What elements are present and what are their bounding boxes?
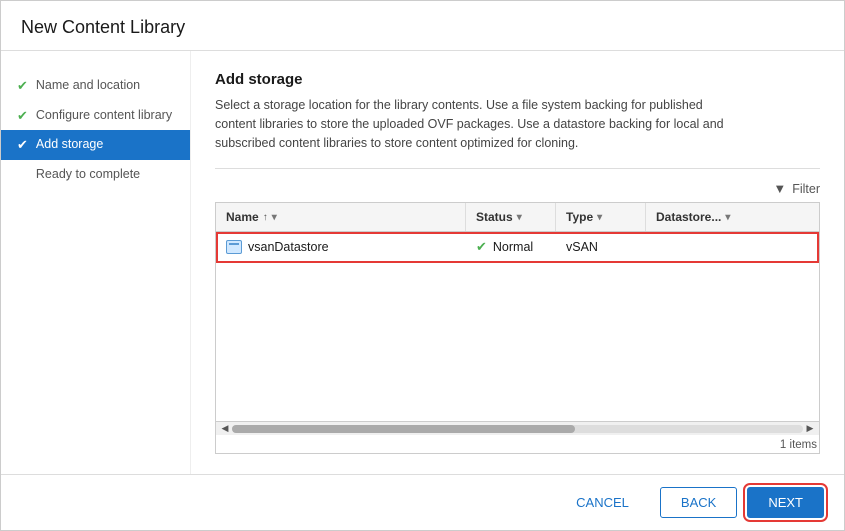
sidebar-step1-label: Name and location [36, 77, 140, 95]
cell-status: ✔ Normal [466, 232, 556, 262]
horizontal-scrollbar[interactable]: ◀ ▶ [216, 421, 819, 435]
check-icon-step2: ✔ [17, 108, 28, 124]
table-body: vsanDatastore ✔ Normal vSAN [216, 232, 819, 421]
col-header-name[interactable]: Name ↑ ▾ [216, 203, 466, 231]
sidebar: ✔ Name and location ✔ Configure content … [1, 51, 191, 474]
status-check-icon: ✔ [476, 239, 487, 255]
main-content: Add storage Select a storage location fo… [191, 51, 844, 474]
sidebar-step2-label: Configure content library [36, 107, 172, 125]
cancel-button[interactable]: CANCEL [555, 487, 650, 518]
check-icon-step3: ✔ [17, 137, 28, 153]
scroll-track[interactable] [232, 425, 803, 433]
scroll-thumb[interactable] [232, 425, 575, 433]
col-name-label: Name [226, 210, 259, 224]
check-icon-step1: ✔ [17, 78, 28, 94]
sidebar-item-step1[interactable]: ✔ Name and location [1, 71, 190, 101]
check-icon-step4: ✔ [17, 167, 28, 183]
table-header: Name ↑ ▾ Status ▾ Type ▾ Datastore... [216, 203, 819, 232]
col-datastore-filter-icon: ▾ [725, 212, 730, 223]
filter-bar: ▼ Filter [215, 181, 820, 196]
sidebar-item-step3[interactable]: ✔ Add storage [1, 130, 190, 160]
scroll-left-arrow[interactable]: ◀ [218, 422, 232, 436]
storage-table: Name ↑ ▾ Status ▾ Type ▾ Datastore... [215, 202, 820, 454]
filter-icon: ▼ [773, 181, 786, 196]
sidebar-item-step2[interactable]: ✔ Configure content library [1, 101, 190, 131]
sidebar-item-step4[interactable]: ✔ Ready to complete [1, 160, 190, 190]
items-count: 1 items [216, 435, 819, 453]
row-type-value: vSAN [566, 240, 598, 254]
new-content-library-dialog: New Content Library ✔ Name and location … [0, 0, 845, 531]
row-name-value: vsanDatastore [248, 240, 329, 254]
filter-label: Filter [792, 182, 820, 196]
row-status-value: Normal [493, 240, 533, 254]
col-header-datastore[interactable]: Datastore... ▾ [646, 203, 819, 231]
col-status-filter-icon: ▾ [517, 212, 522, 223]
dialog-footer: CANCEL BACK NEXT [1, 474, 844, 530]
cell-name: vsanDatastore [216, 233, 466, 261]
dialog-header: New Content Library [1, 1, 844, 51]
col-datastore-label: Datastore... [656, 210, 721, 224]
datastore-icon [226, 240, 242, 254]
col-type-filter-icon: ▾ [597, 212, 602, 223]
dialog-title: New Content Library [21, 17, 824, 38]
scroll-right-arrow[interactable]: ▶ [803, 422, 817, 436]
sidebar-step4-label: Ready to complete [36, 166, 140, 184]
section-desc: Select a storage location for the librar… [215, 96, 735, 152]
sort-asc-icon: ↑ [263, 212, 268, 223]
section-title: Add storage [215, 71, 820, 88]
col-status-label: Status [476, 210, 513, 224]
col-header-status[interactable]: Status ▾ [466, 203, 556, 231]
cell-datastore [646, 240, 819, 254]
col-header-type[interactable]: Type ▾ [556, 203, 646, 231]
cell-type: vSAN [556, 233, 646, 261]
section-divider [215, 168, 820, 169]
table-row[interactable]: vsanDatastore ✔ Normal vSAN [216, 232, 819, 263]
back-button[interactable]: BACK [660, 487, 737, 518]
col-type-label: Type [566, 210, 593, 224]
next-button[interactable]: NEXT [747, 487, 824, 518]
sidebar-step3-label: Add storage [36, 136, 103, 154]
col-name-filter-icon: ▾ [272, 212, 277, 223]
dialog-body: ✔ Name and location ✔ Configure content … [1, 51, 844, 474]
